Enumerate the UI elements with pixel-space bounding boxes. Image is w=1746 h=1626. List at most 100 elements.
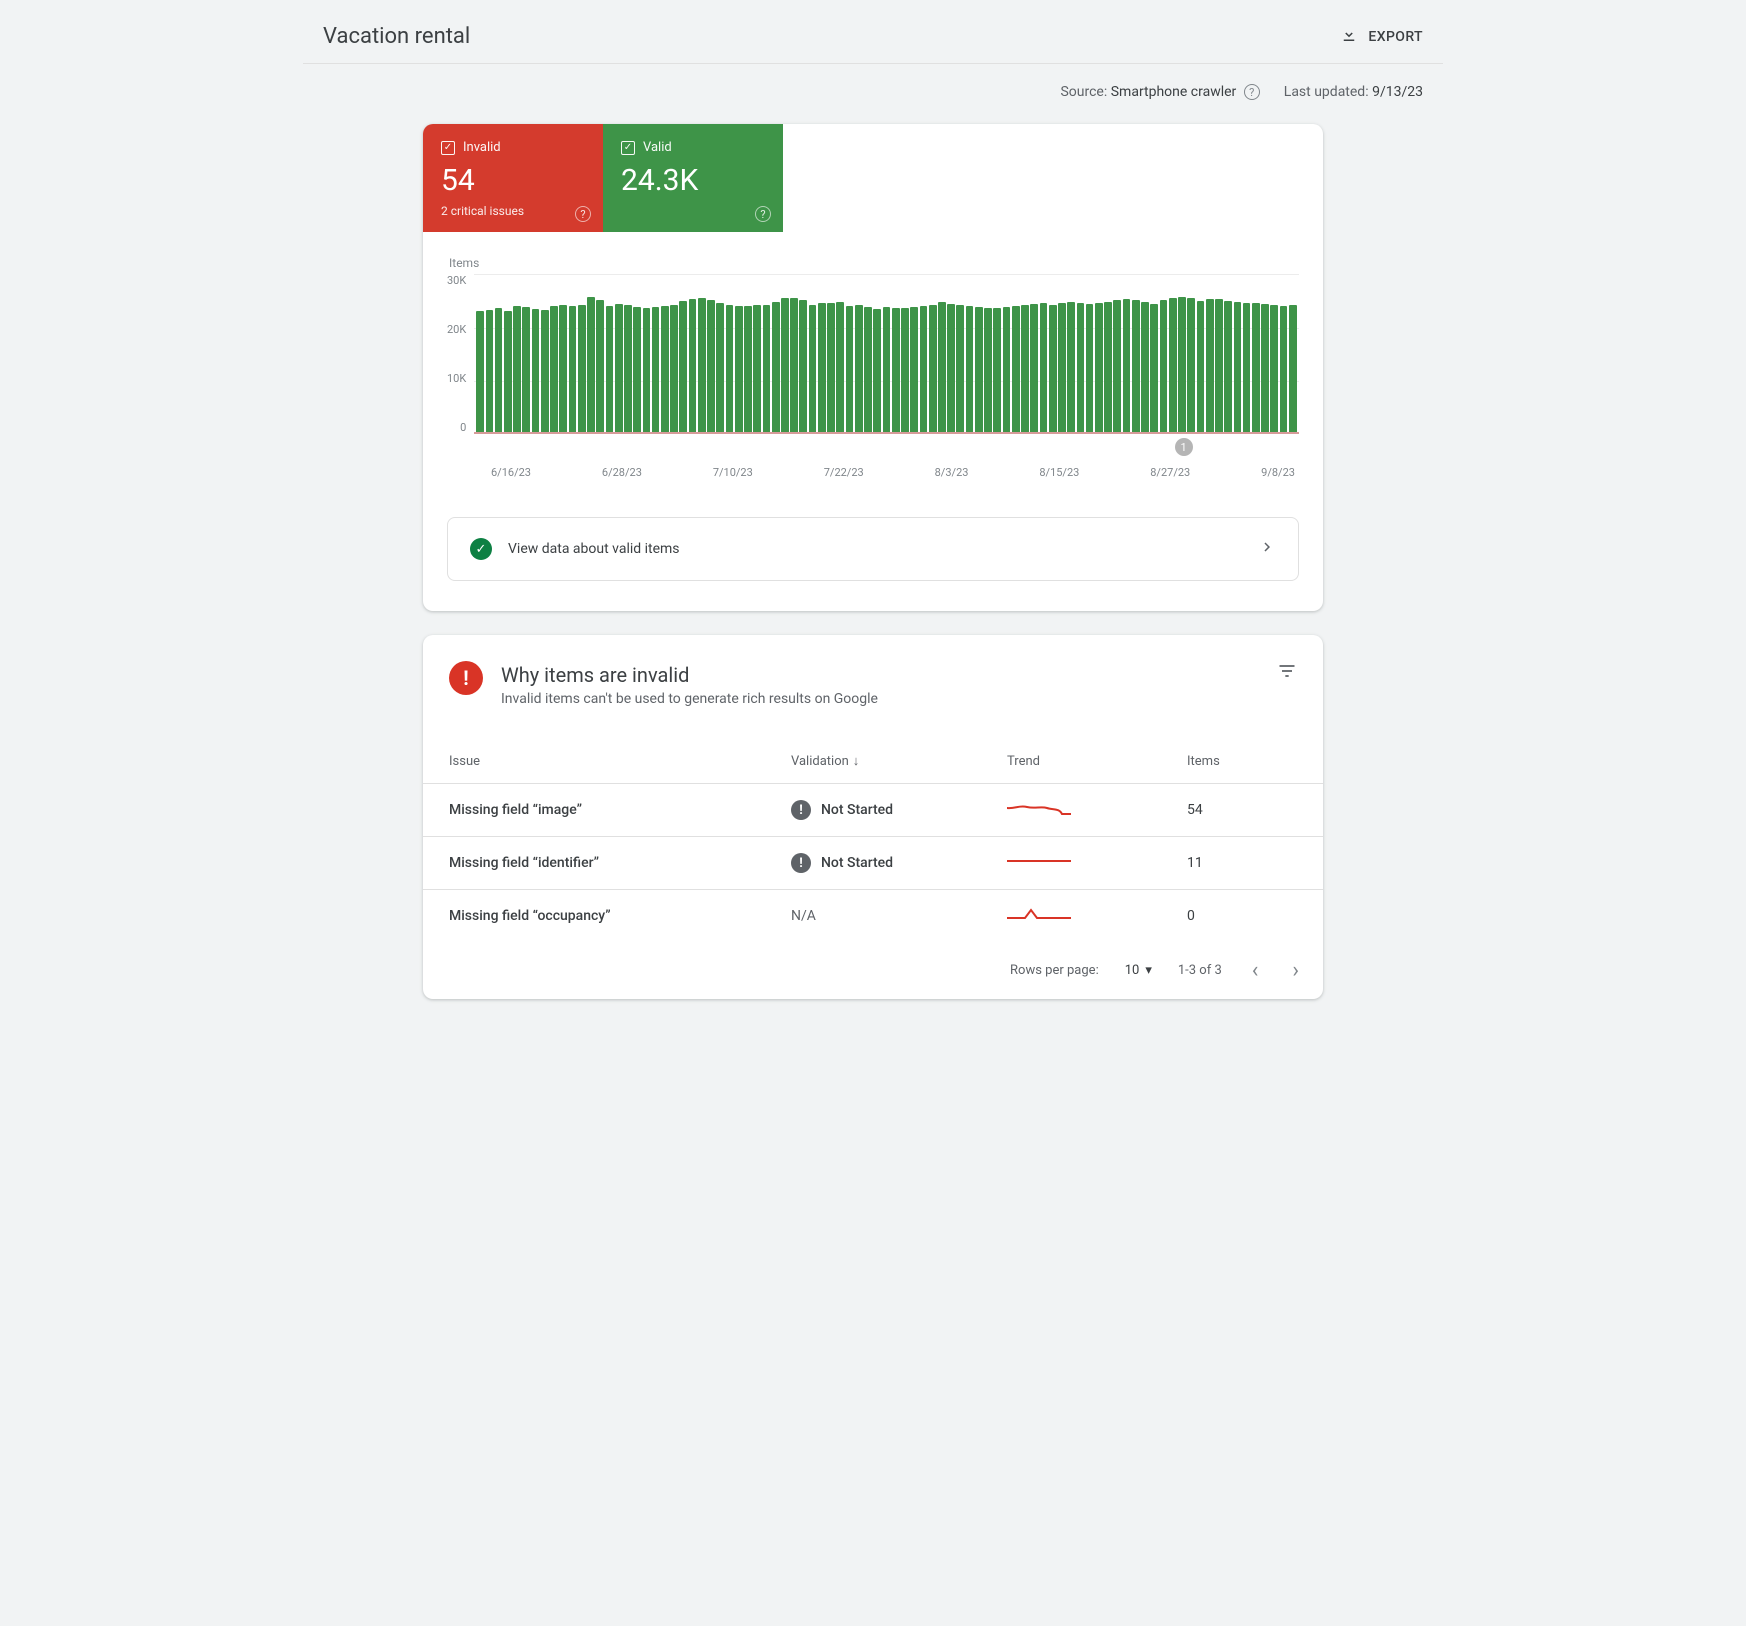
chart-bar bbox=[1049, 305, 1057, 435]
chart-bar bbox=[1234, 302, 1242, 434]
help-icon[interactable]: ? bbox=[1244, 84, 1260, 100]
chart-y-label: Items bbox=[449, 256, 1299, 270]
source-value: Smartphone crawler bbox=[1111, 84, 1237, 100]
y-tick: 0 bbox=[447, 421, 466, 434]
chart-bar bbox=[1270, 305, 1278, 435]
check-circle-icon: ✓ bbox=[470, 538, 492, 560]
chart-bar bbox=[689, 299, 697, 434]
y-tick: 20K bbox=[447, 323, 466, 336]
chart-bar bbox=[975, 307, 983, 434]
chart-bar bbox=[504, 311, 512, 434]
table-row[interactable]: Missing field “image”!Not Started54 bbox=[423, 784, 1323, 837]
status-dot-icon: ! bbox=[791, 800, 811, 820]
chart-bar bbox=[1160, 300, 1168, 434]
items-count: 11 bbox=[1161, 837, 1323, 890]
chart-bar bbox=[615, 304, 623, 434]
table-row[interactable]: Missing field “occupancy”N/A 0 bbox=[423, 890, 1323, 943]
chart-bar bbox=[1113, 300, 1121, 434]
x-tick: 8/15/23 bbox=[1039, 466, 1079, 479]
trend-sparkline bbox=[981, 784, 1161, 837]
prev-page-button[interactable]: ‹ bbox=[1248, 958, 1263, 983]
chart-bar bbox=[790, 298, 798, 435]
chart-bar bbox=[1187, 298, 1195, 434]
help-icon[interactable]: ? bbox=[755, 206, 771, 222]
col-trend[interactable]: Trend bbox=[981, 737, 1161, 784]
help-icon[interactable]: ? bbox=[575, 206, 591, 222]
chart-bar bbox=[624, 305, 632, 434]
chart-bar bbox=[753, 305, 761, 434]
chart-bar bbox=[1003, 307, 1011, 434]
chart-bar bbox=[1012, 306, 1020, 435]
col-items[interactable]: Items bbox=[1161, 737, 1323, 784]
chart-bar bbox=[513, 306, 521, 434]
chart-bar bbox=[1224, 301, 1232, 434]
items-count: 54 bbox=[1161, 784, 1323, 837]
tile-valid[interactable]: Valid 24.3K ? bbox=[603, 124, 783, 232]
chart-bar bbox=[864, 307, 872, 434]
issue-name: Missing field “occupancy” bbox=[423, 890, 765, 943]
chart-bar bbox=[550, 306, 558, 435]
chart-bar bbox=[920, 306, 928, 435]
chart-bar bbox=[679, 301, 687, 434]
col-issue[interactable]: Issue bbox=[423, 737, 765, 784]
chart-bar bbox=[1104, 302, 1112, 434]
filter-icon[interactable] bbox=[1277, 661, 1297, 685]
chart-bar bbox=[578, 305, 586, 435]
chart-bar bbox=[827, 303, 835, 435]
table-row[interactable]: Missing field “identifier”!Not Started11 bbox=[423, 837, 1323, 890]
chart-bar bbox=[984, 308, 992, 434]
tile-valid-value: 24.3K bbox=[621, 163, 765, 198]
x-tick: 7/22/23 bbox=[824, 466, 864, 479]
chart-bar bbox=[966, 306, 974, 434]
chart-bar bbox=[698, 298, 706, 434]
chart-bar bbox=[532, 309, 540, 434]
items-count: 0 bbox=[1161, 890, 1323, 943]
chart-bar bbox=[1123, 299, 1131, 434]
rows-per-page-select[interactable]: 10 ▾ bbox=[1125, 963, 1152, 978]
validation-status: N/A bbox=[765, 890, 981, 943]
export-label: EXPORT bbox=[1368, 29, 1423, 45]
chart-annotation[interactable]: 1 bbox=[1175, 438, 1193, 456]
y-tick: 10K bbox=[447, 372, 466, 385]
export-button[interactable]: EXPORT bbox=[1340, 26, 1423, 48]
tile-invalid[interactable]: Invalid 54 2 critical issues ? bbox=[423, 124, 603, 232]
chart-bar bbox=[569, 306, 577, 434]
chart-bar bbox=[716, 303, 724, 435]
tile-valid-sub bbox=[621, 204, 765, 218]
col-validation[interactable]: Validation↓ bbox=[765, 737, 981, 784]
chart-bar bbox=[901, 308, 909, 434]
chart-bar bbox=[633, 307, 641, 434]
x-tick: 8/27/23 bbox=[1150, 466, 1190, 479]
x-tick: 9/8/23 bbox=[1261, 466, 1295, 479]
chevron-down-icon: ▾ bbox=[1145, 963, 1152, 978]
chart-bar bbox=[643, 308, 651, 434]
chart-bar bbox=[781, 298, 789, 434]
chart-bar bbox=[707, 300, 715, 434]
checkbox-icon bbox=[621, 141, 635, 155]
chart-bar bbox=[818, 303, 826, 434]
chart-bar bbox=[956, 305, 964, 434]
chart-bar bbox=[763, 305, 771, 435]
trend-sparkline bbox=[981, 837, 1161, 890]
x-tick: 8/3/23 bbox=[935, 466, 969, 479]
status-dot-icon: ! bbox=[791, 853, 811, 873]
chart-bar bbox=[1197, 301, 1205, 434]
chart-bar bbox=[938, 302, 946, 434]
view-valid-items-button[interactable]: ✓ View data about valid items bbox=[447, 517, 1299, 581]
tile-invalid-value: 54 bbox=[441, 163, 585, 198]
chart-bar bbox=[652, 307, 660, 434]
chart-bar bbox=[726, 305, 734, 434]
issue-name: Missing field “identifier” bbox=[423, 837, 765, 890]
next-page-button[interactable]: › bbox=[1288, 958, 1303, 983]
table-footer: Rows per page: 10 ▾ 1-3 of 3 ‹ › bbox=[423, 942, 1323, 999]
chart-bar bbox=[1067, 302, 1075, 435]
chart-bar bbox=[522, 307, 530, 434]
chart-bar bbox=[596, 300, 604, 434]
chart-baseline bbox=[474, 432, 1299, 434]
chart-bar bbox=[855, 305, 863, 434]
chart-bar bbox=[1289, 305, 1297, 434]
invalid-reasons-card: ! Why items are invalid Invalid items ca… bbox=[423, 635, 1323, 999]
chart-bar bbox=[799, 300, 807, 434]
tile-invalid-label: Invalid bbox=[463, 140, 501, 155]
chart-bar bbox=[929, 305, 937, 435]
